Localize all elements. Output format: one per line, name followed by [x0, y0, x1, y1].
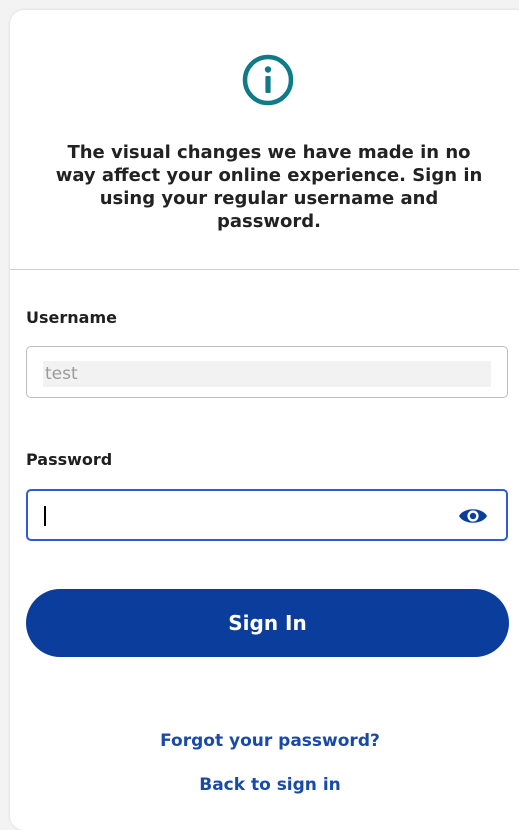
password-label: Password: [26, 450, 113, 469]
text-caret: [44, 506, 46, 526]
sign-in-card: The visual changes we have made in no wa…: [10, 10, 519, 830]
back-to-sign-in-link[interactable]: Back to sign in: [10, 775, 519, 795]
username-label: Username: [26, 308, 117, 327]
eye-icon[interactable]: [458, 506, 488, 526]
username-field[interactable]: test: [26, 346, 508, 398]
info-icon: [242, 54, 294, 106]
divider: [10, 269, 519, 270]
info-notice: The visual changes we have made in no wa…: [55, 142, 483, 232]
password-field[interactable]: [26, 489, 508, 541]
username-value[interactable]: test: [43, 361, 491, 387]
forgot-password-link[interactable]: Forgot your password?: [10, 731, 519, 751]
sign-in-button[interactable]: Sign In: [26, 589, 509, 657]
